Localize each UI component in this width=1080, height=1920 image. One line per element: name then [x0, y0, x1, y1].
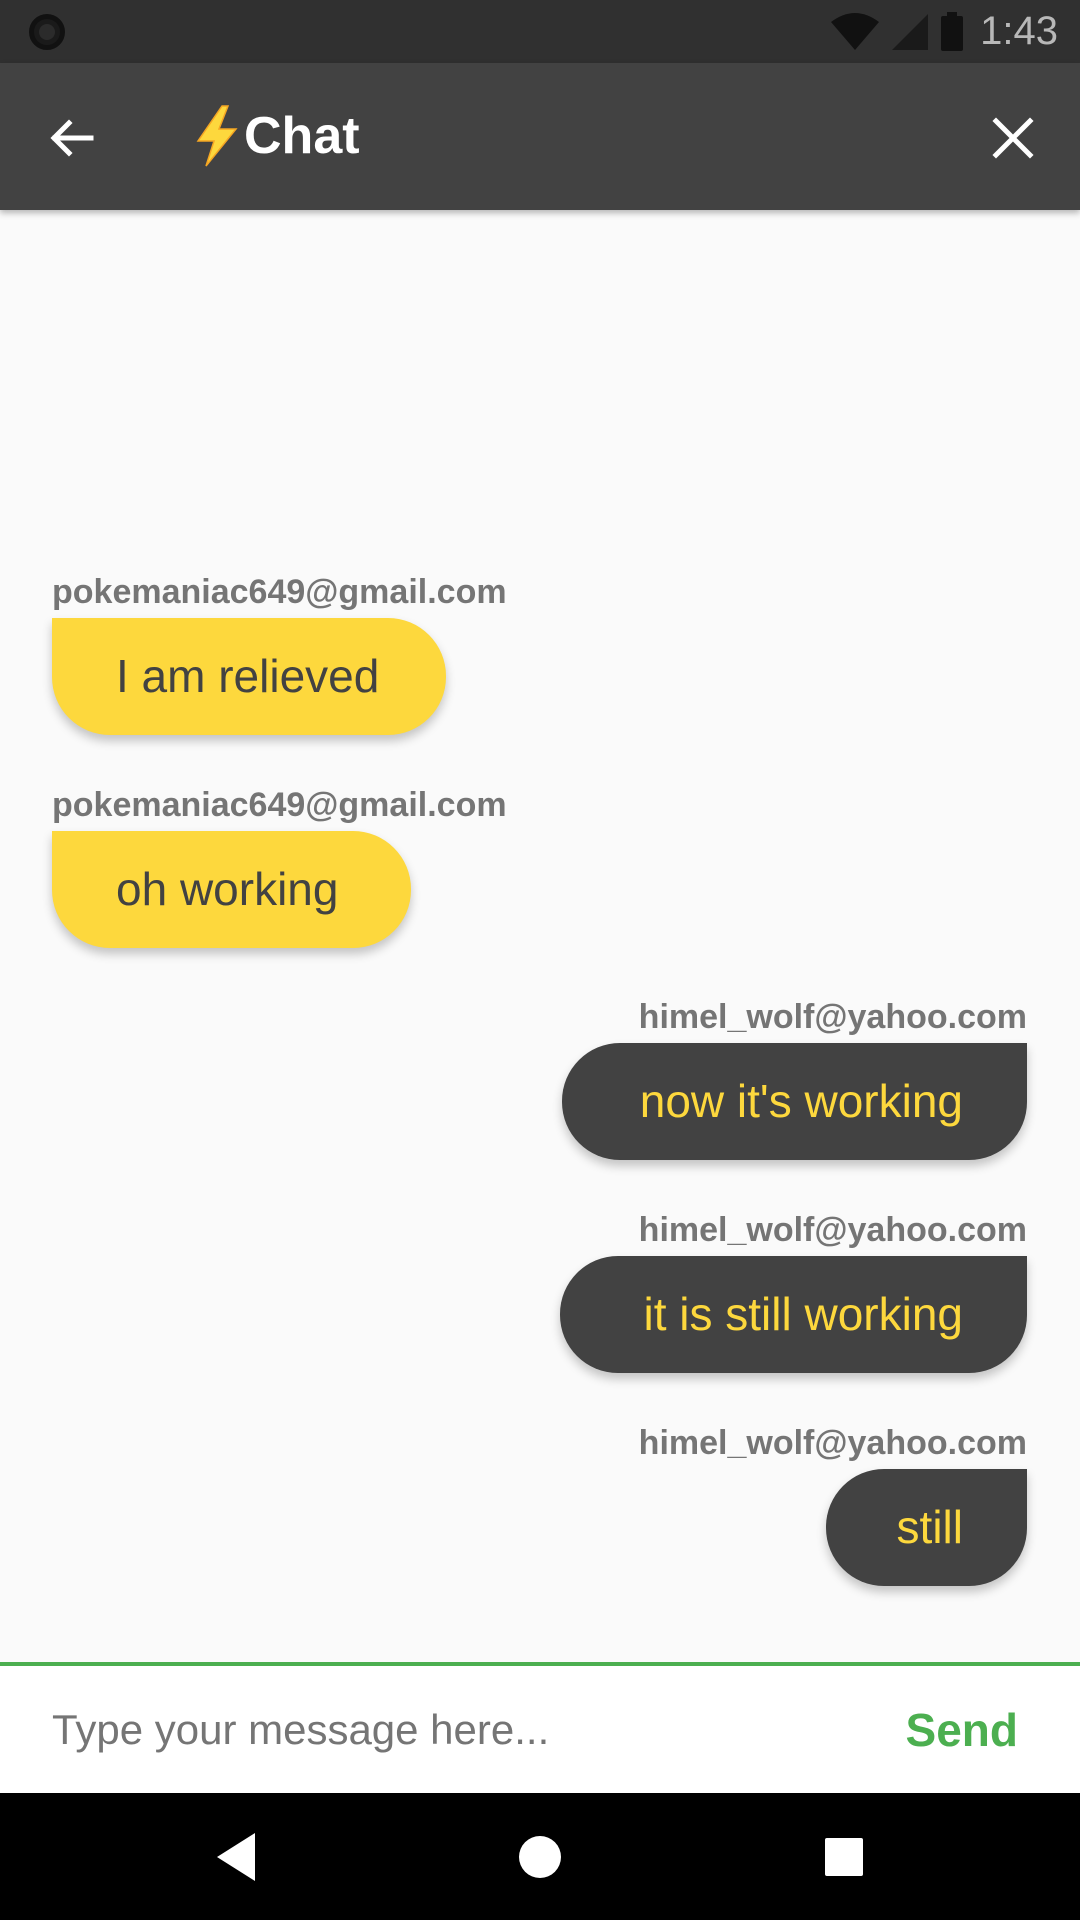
close-icon — [992, 117, 1034, 159]
battery-icon — [941, 11, 964, 51]
lightning-bolt-icon — [196, 105, 238, 167]
message-sender: himel_wolf@yahoo.com — [638, 998, 1027, 1036]
back-button[interactable] — [36, 103, 106, 173]
message-sender: pokemaniac649@gmail.com — [52, 786, 507, 824]
app-title-text: Chat — [244, 107, 360, 165]
message-item: pokemaniac649@gmail.com oh working — [52, 785, 1027, 948]
system-nav-bar — [0, 1793, 1080, 1920]
close-button[interactable] — [976, 101, 1050, 175]
message-item: himel_wolf@yahoo.com it is still working — [52, 1210, 1027, 1373]
send-button[interactable]: Send — [906, 1688, 1018, 1772]
message-sender: himel_wolf@yahoo.com — [638, 1211, 1027, 1249]
status-icons: 1:43 — [830, 0, 1058, 63]
wifi-icon — [831, 12, 880, 50]
message-item: himel_wolf@yahoo.com now it's working — [52, 997, 1027, 1160]
circle-indicator-icon — [29, 14, 65, 50]
message-item: himel_wolf@yahoo.com still — [52, 1423, 1027, 1586]
status-time: 1:43 — [980, 9, 1058, 53]
message-sender: pokemaniac649@gmail.com — [52, 573, 507, 611]
message-composer: Send — [0, 1662, 1080, 1793]
message-bubble[interactable]: now it's working — [562, 1043, 1027, 1160]
nav-home-icon — [519, 1836, 561, 1878]
message-bubble[interactable]: still — [826, 1469, 1027, 1586]
message-input[interactable] — [52, 1688, 832, 1772]
page-title: Chat — [192, 101, 360, 171]
message-bubble[interactable]: I am relieved — [52, 618, 446, 735]
message-list[interactable]: pokemaniac649@gmail.com I am relieved po… — [0, 210, 1080, 1662]
nav-home-button[interactable] — [504, 1821, 576, 1893]
arrow-back-icon — [50, 119, 94, 157]
nav-back-button[interactable] — [200, 1821, 272, 1893]
message-bubble[interactable]: oh working — [52, 831, 411, 948]
nav-back-icon — [217, 1833, 255, 1881]
status-bar: 1:43 — [0, 0, 1080, 63]
nav-recents-button[interactable] — [808, 1821, 880, 1893]
message-item: pokemaniac649@gmail.com I am relieved — [52, 572, 1027, 735]
signal-icon — [892, 13, 929, 50]
app-bar: Chat — [0, 63, 1080, 210]
message-sender: himel_wolf@yahoo.com — [638, 1424, 1027, 1462]
message-bubble[interactable]: it is still working — [560, 1256, 1027, 1373]
nav-recents-icon — [825, 1838, 863, 1876]
